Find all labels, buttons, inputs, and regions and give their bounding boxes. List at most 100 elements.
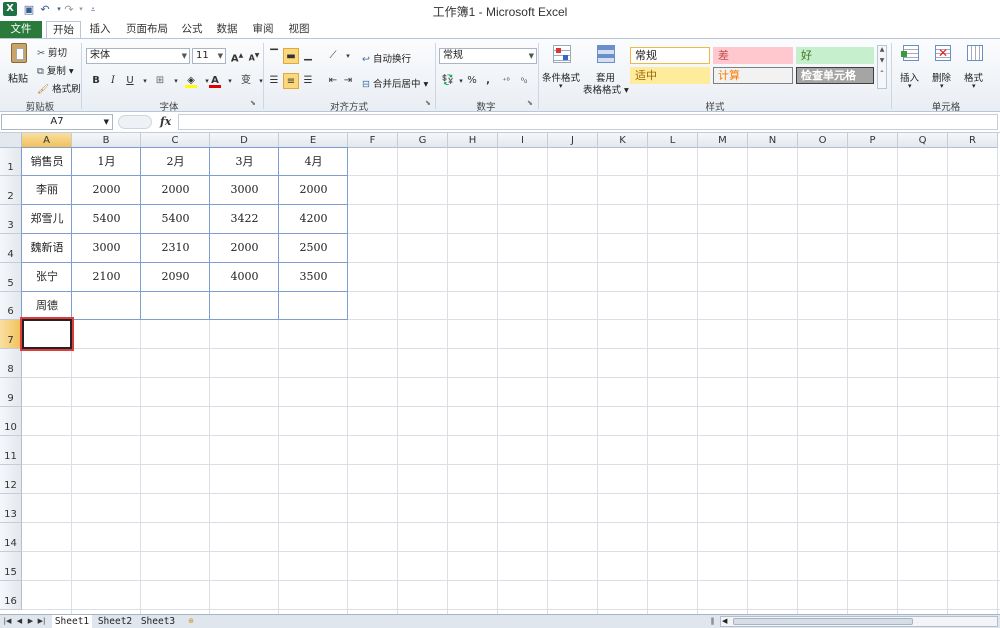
- sheet-tab-sheet3[interactable]: Sheet3: [138, 615, 178, 628]
- sheet-tab-sheet1[interactable]: Sheet1: [52, 615, 92, 628]
- dialog-launcher-icon[interactable]: ⬊: [425, 99, 431, 107]
- format-as-table-button[interactable]: 套用 表格格式 ▾: [583, 43, 629, 96]
- delete-cells-button[interactable]: ✕ 删除 ▾: [928, 43, 958, 95]
- tab-page-layout[interactable]: 页面布局: [122, 21, 172, 38]
- tab-data[interactable]: 数据: [212, 21, 242, 38]
- align-right-button[interactable]: ☰: [300, 73, 316, 89]
- scroll-left-icon[interactable]: ◀: [722, 617, 727, 625]
- table-cell[interactable]: 3500: [279, 270, 348, 284]
- row-header-14[interactable]: 14: [0, 523, 22, 552]
- row-header-2[interactable]: 2: [0, 176, 22, 205]
- table-cell[interactable]: 郑雪儿: [22, 212, 72, 226]
- table-cell[interactable]: [141, 299, 210, 313]
- wrap-text-button[interactable]: ↩ 自动换行: [362, 51, 411, 65]
- tab-view[interactable]: 视图: [284, 21, 314, 38]
- comma-button[interactable]: ,: [480, 73, 496, 89]
- font-color-button[interactable]: A: [207, 73, 223, 89]
- cell-style-neutral[interactable]: 适中: [630, 67, 710, 84]
- italic-button[interactable]: I: [105, 73, 121, 89]
- table-cell[interactable]: 5400: [141, 212, 210, 226]
- column-header-g[interactable]: G: [398, 133, 448, 148]
- bold-button[interactable]: B: [88, 73, 104, 89]
- row-header-3[interactable]: 3: [0, 205, 22, 234]
- table-cell[interactable]: 2000: [72, 183, 141, 197]
- column-header-o[interactable]: O: [798, 133, 848, 148]
- cut-button[interactable]: ✂ 剪切: [37, 45, 67, 59]
- dialog-launcher-icon[interactable]: ⬊: [250, 99, 256, 107]
- row-header-5[interactable]: 5: [0, 263, 22, 292]
- tab-home[interactable]: 开始: [46, 21, 81, 38]
- table-cell[interactable]: 3000: [72, 241, 141, 255]
- cell-style-check-cell[interactable]: 检查单元格: [796, 67, 874, 84]
- column-header-b[interactable]: B: [72, 133, 141, 148]
- row-header-9[interactable]: 9: [0, 378, 22, 407]
- table-cell[interactable]: 3422: [210, 212, 279, 226]
- split-handle-icon[interactable]: ‖: [708, 616, 717, 627]
- table-cell[interactable]: 周德: [22, 299, 72, 313]
- table-cell[interactable]: 2500: [279, 241, 348, 255]
- row-header-4[interactable]: 4: [0, 234, 22, 263]
- column-header-m[interactable]: M: [698, 133, 748, 148]
- insert-function-button[interactable]: fx: [160, 115, 171, 128]
- fill-color-button[interactable]: ◈: [183, 73, 199, 89]
- horizontal-scrollbar[interactable]: ◀: [720, 616, 998, 627]
- name-box[interactable]: A7 ▼: [1, 114, 113, 130]
- row-header-15[interactable]: 15: [0, 552, 22, 581]
- tab-file[interactable]: 文件: [0, 21, 42, 38]
- increase-indent-button[interactable]: ⇥: [340, 73, 356, 89]
- increase-decimal-button[interactable]: ⁺⁰: [498, 73, 514, 89]
- borders-icon[interactable]: ⊞: [152, 73, 168, 89]
- table-cell[interactable]: 5400: [72, 212, 141, 226]
- row-header-10[interactable]: 10: [0, 407, 22, 436]
- font-color-dropdown[interactable]: ▾: [222, 73, 238, 89]
- row-header-11[interactable]: 11: [0, 436, 22, 465]
- worksheet-grid[interactable]: A B C D E F G H I J K L M N O P Q R 1 2 3 4 5 6 7 8 9 10 11 12 13 14 15 1…: [0, 133, 1000, 614]
- styles-gallery-scroll[interactable]: ▲ ▼ ⩡: [877, 45, 887, 89]
- grow-font-button[interactable]: A▲: [229, 48, 245, 64]
- scroll-thumb[interactable]: [733, 618, 913, 625]
- table-cell[interactable]: 3000: [210, 183, 279, 197]
- decrease-indent-button[interactable]: ⇤: [325, 73, 341, 89]
- table-cell[interactable]: 2090: [141, 270, 210, 284]
- column-header-i[interactable]: I: [498, 133, 548, 148]
- row-header-8[interactable]: 8: [0, 349, 22, 378]
- column-header-a[interactable]: A: [22, 133, 72, 148]
- table-cell[interactable]: 2000: [210, 241, 279, 255]
- row-header-1[interactable]: 1: [0, 148, 22, 176]
- align-center-button[interactable]: ≡: [283, 73, 299, 89]
- font-size-select[interactable]: 11 ▼: [192, 48, 226, 64]
- align-middle-button[interactable]: ▬: [283, 48, 299, 64]
- conditional-format-button[interactable]: 条件格式 ▾: [541, 43, 583, 95]
- insert-cells-button[interactable]: 插入 ▾: [896, 43, 926, 95]
- column-header-c[interactable]: C: [141, 133, 210, 148]
- table-cell[interactable]: [72, 299, 141, 313]
- borders-dropdown[interactable]: ▾: [168, 73, 184, 89]
- table-cell[interactable]: 2310: [141, 241, 210, 255]
- cell-style-bad[interactable]: 差: [713, 47, 793, 64]
- align-top-button[interactable]: ▔: [266, 48, 282, 64]
- select-all-corner[interactable]: [0, 133, 22, 148]
- tab-review[interactable]: 审阅: [248, 21, 278, 38]
- table-cell[interactable]: 李丽: [22, 183, 72, 197]
- column-header-l[interactable]: L: [648, 133, 698, 148]
- cell-style-calculation[interactable]: 计算: [713, 67, 793, 84]
- column-header-h[interactable]: H: [448, 133, 498, 148]
- format-painter-button[interactable]: 🖌 格式刷: [37, 81, 81, 95]
- table-cell[interactable]: 4200: [279, 212, 348, 226]
- shrink-font-button[interactable]: A▼: [246, 48, 262, 64]
- tab-formulas[interactable]: 公式: [177, 21, 207, 38]
- copy-button[interactable]: ⧉ 复制 ▾: [37, 63, 74, 77]
- phonetic-button[interactable]: 变: [238, 73, 254, 89]
- format-cells-button[interactable]: 格式 ▾: [960, 43, 990, 95]
- number-format-select[interactable]: 常规 ▼: [439, 48, 537, 64]
- dialog-launcher-icon[interactable]: ⬊: [527, 99, 533, 107]
- formula-input[interactable]: [178, 114, 998, 130]
- cell-style-good[interactable]: 好: [796, 47, 874, 64]
- paste-button[interactable]: 粘贴: [6, 43, 32, 89]
- table-cell[interactable]: 2000: [141, 183, 210, 197]
- decrease-decimal-button[interactable]: ⁰₀: [516, 73, 532, 89]
- next-sheet-icon[interactable]: ▶: [26, 616, 35, 627]
- table-cell[interactable]: 2000: [279, 183, 348, 197]
- column-header-p[interactable]: P: [848, 133, 898, 148]
- table-cell[interactable]: 魏新语: [22, 241, 72, 255]
